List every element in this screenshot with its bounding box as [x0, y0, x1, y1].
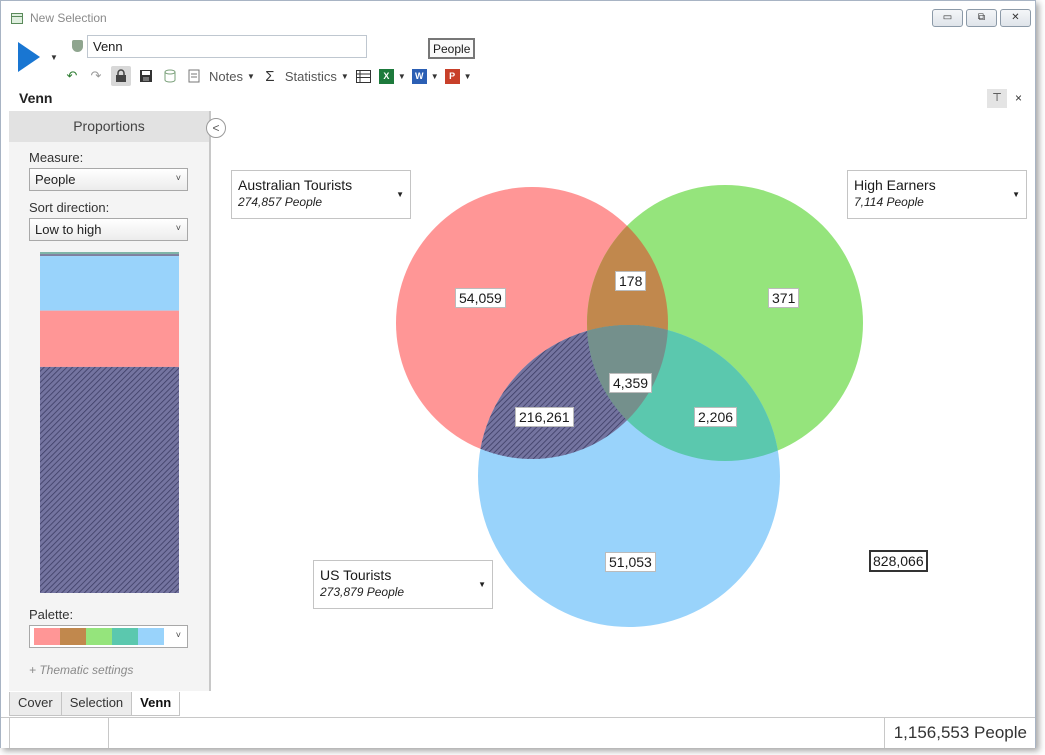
proportion-segment-pink — [40, 310, 179, 367]
tab-cover[interactable]: Cover — [9, 692, 62, 716]
sigma-icon[interactable]: Σ — [261, 66, 279, 86]
panel-header: Proportions — [9, 111, 209, 142]
sort-select[interactable]: Low to high ˅ — [29, 218, 188, 241]
tab-strip: Cover Selection Venn — [9, 692, 181, 716]
proportion-segment-other — [40, 252, 179, 255]
measure-chip[interactable]: People — [428, 38, 476, 59]
table-icon[interactable] — [355, 66, 373, 86]
proportion-segment-other2 — [40, 254, 179, 257]
restore-button[interactable]: ⧉ — [966, 9, 997, 27]
tool-row: ↶ ↷ Notes ▼ Σ Statistics ▼ X ▼ W ▼ P ▼ — [63, 66, 472, 86]
label-high-us: 2,206 — [694, 407, 738, 427]
label-high-only: 371 — [768, 288, 800, 308]
window-title: New Selection — [30, 11, 107, 25]
toolbar: ▼ People ↶ ↷ Notes▼ Σ Statistics▼ — [1, 31, 1035, 89]
statistics-menu[interactable]: Statistics ▼ — [285, 66, 349, 86]
redo-icon[interactable]: ↷ — [87, 66, 105, 86]
status-cell — [109, 718, 885, 748]
label-aus-only: 54,059 — [455, 288, 506, 308]
chevron-down-icon: ▼ — [397, 71, 406, 81]
venn-area: 54,059 178 371 4,359 216,261 2,206 51,05… — [213, 111, 1035, 691]
label-us-only: 51,053 — [605, 552, 656, 572]
thematic-settings-link[interactable]: + Thematic settings — [29, 663, 133, 677]
lock-icon[interactable] — [111, 66, 131, 86]
set-name: High Earners — [854, 177, 936, 193]
palette-swatch — [86, 628, 112, 645]
outside-total: 828,066 — [869, 550, 928, 572]
chevron-down-icon: ▼ — [463, 71, 472, 81]
palette-swatch — [34, 628, 60, 645]
palette-swatch — [138, 628, 164, 645]
proportion-bar — [40, 252, 179, 593]
close-icon[interactable]: × — [1015, 91, 1022, 105]
measure-value: People — [35, 172, 76, 187]
palette-swatch — [60, 628, 86, 645]
set-name: Australian Tourists — [238, 177, 353, 193]
notes-menu[interactable]: Notes ▼ — [209, 66, 255, 86]
palette-label: Palette: — [29, 607, 74, 622]
set-count: 7,114 People — [854, 195, 924, 209]
notes-icon[interactable] — [185, 66, 203, 86]
chevron-down-icon: ▼ — [478, 580, 486, 589]
palette-swatch — [112, 628, 138, 645]
chevron-down-icon: ˅ — [175, 223, 181, 233]
main-window: New Selection ▭ ⧉ ✕ ▼ People ↶ ↷ — [0, 0, 1036, 748]
set-count: 273,879 People — [320, 585, 405, 599]
label-aus-high: 178 — [615, 271, 647, 291]
tab-selection[interactable]: Selection — [60, 692, 133, 716]
shield-icon — [72, 40, 83, 52]
label-aus-us: 216,261 — [515, 407, 574, 427]
set-box-high-earners[interactable]: High Earners 7,114 People ▼ — [847, 170, 1027, 219]
status-cell — [9, 718, 109, 748]
set-name: US Tourists — [320, 567, 392, 583]
proportion-segment-light-blue — [40, 256, 179, 311]
set-box-us-tourists[interactable]: US Tourists 273,879 People ▼ — [313, 560, 493, 609]
chevron-down-icon: ˅ — [175, 630, 181, 640]
chevron-down-icon: ▼ — [430, 71, 439, 81]
minimize-button[interactable]: ▭ — [932, 9, 963, 27]
notes-label: Notes — [209, 68, 243, 84]
selection-name-input[interactable] — [87, 35, 367, 58]
label-all-three: 4,359 — [609, 373, 653, 393]
title-bar: New Selection ▭ ⧉ ✕ — [1, 1, 1035, 31]
powerpoint-icon: P — [444, 68, 460, 84]
proportion-segment-hatched — [40, 366, 179, 593]
tab-venn[interactable]: Venn — [131, 692, 181, 716]
palette-select[interactable]: ˅ — [29, 625, 188, 648]
close-button[interactable]: ✕ — [1000, 9, 1031, 27]
set-count: 274,857 People — [238, 195, 323, 209]
proportions-panel: Proportions < Measure: People ˅ Sort dir… — [9, 111, 226, 691]
sort-label: Sort direction: — [29, 200, 110, 215]
excel-export[interactable]: X ▼ — [378, 66, 406, 86]
set-box-australian-tourists[interactable]: Australian Tourists 274,857 People ▼ — [231, 170, 411, 219]
run-dropdown-icon[interactable]: ▼ — [50, 53, 58, 62]
chevron-down-icon: ▼ — [246, 71, 255, 81]
play-icon[interactable] — [18, 42, 40, 72]
excel-icon: X — [378, 68, 394, 84]
window-icon — [11, 13, 23, 24]
undo-icon[interactable]: ↶ — [63, 66, 81, 86]
save-icon[interactable] — [137, 66, 155, 86]
word-icon: W — [411, 68, 427, 84]
chevron-down-icon: ▼ — [340, 71, 349, 81]
status-total: 1,156,553 People — [893, 723, 1027, 742]
status-bar: 1,156,553 People — [1, 717, 1035, 748]
measure-select[interactable]: People ˅ — [29, 168, 188, 191]
database-icon[interactable] — [161, 66, 179, 86]
measure-label: Measure: — [29, 150, 84, 165]
document-title: Venn — [19, 90, 53, 106]
sort-value: Low to high — [35, 222, 102, 237]
word-export[interactable]: W ▼ — [411, 66, 439, 86]
statistics-label: Statistics — [284, 68, 337, 84]
chevron-down-icon: ▼ — [396, 190, 404, 199]
powerpoint-export[interactable]: P ▼ — [444, 66, 472, 86]
chevron-down-icon: ▼ — [1012, 190, 1020, 199]
pin-icon[interactable]: ⊤ — [987, 89, 1007, 108]
chevron-down-icon: ˅ — [175, 173, 181, 183]
